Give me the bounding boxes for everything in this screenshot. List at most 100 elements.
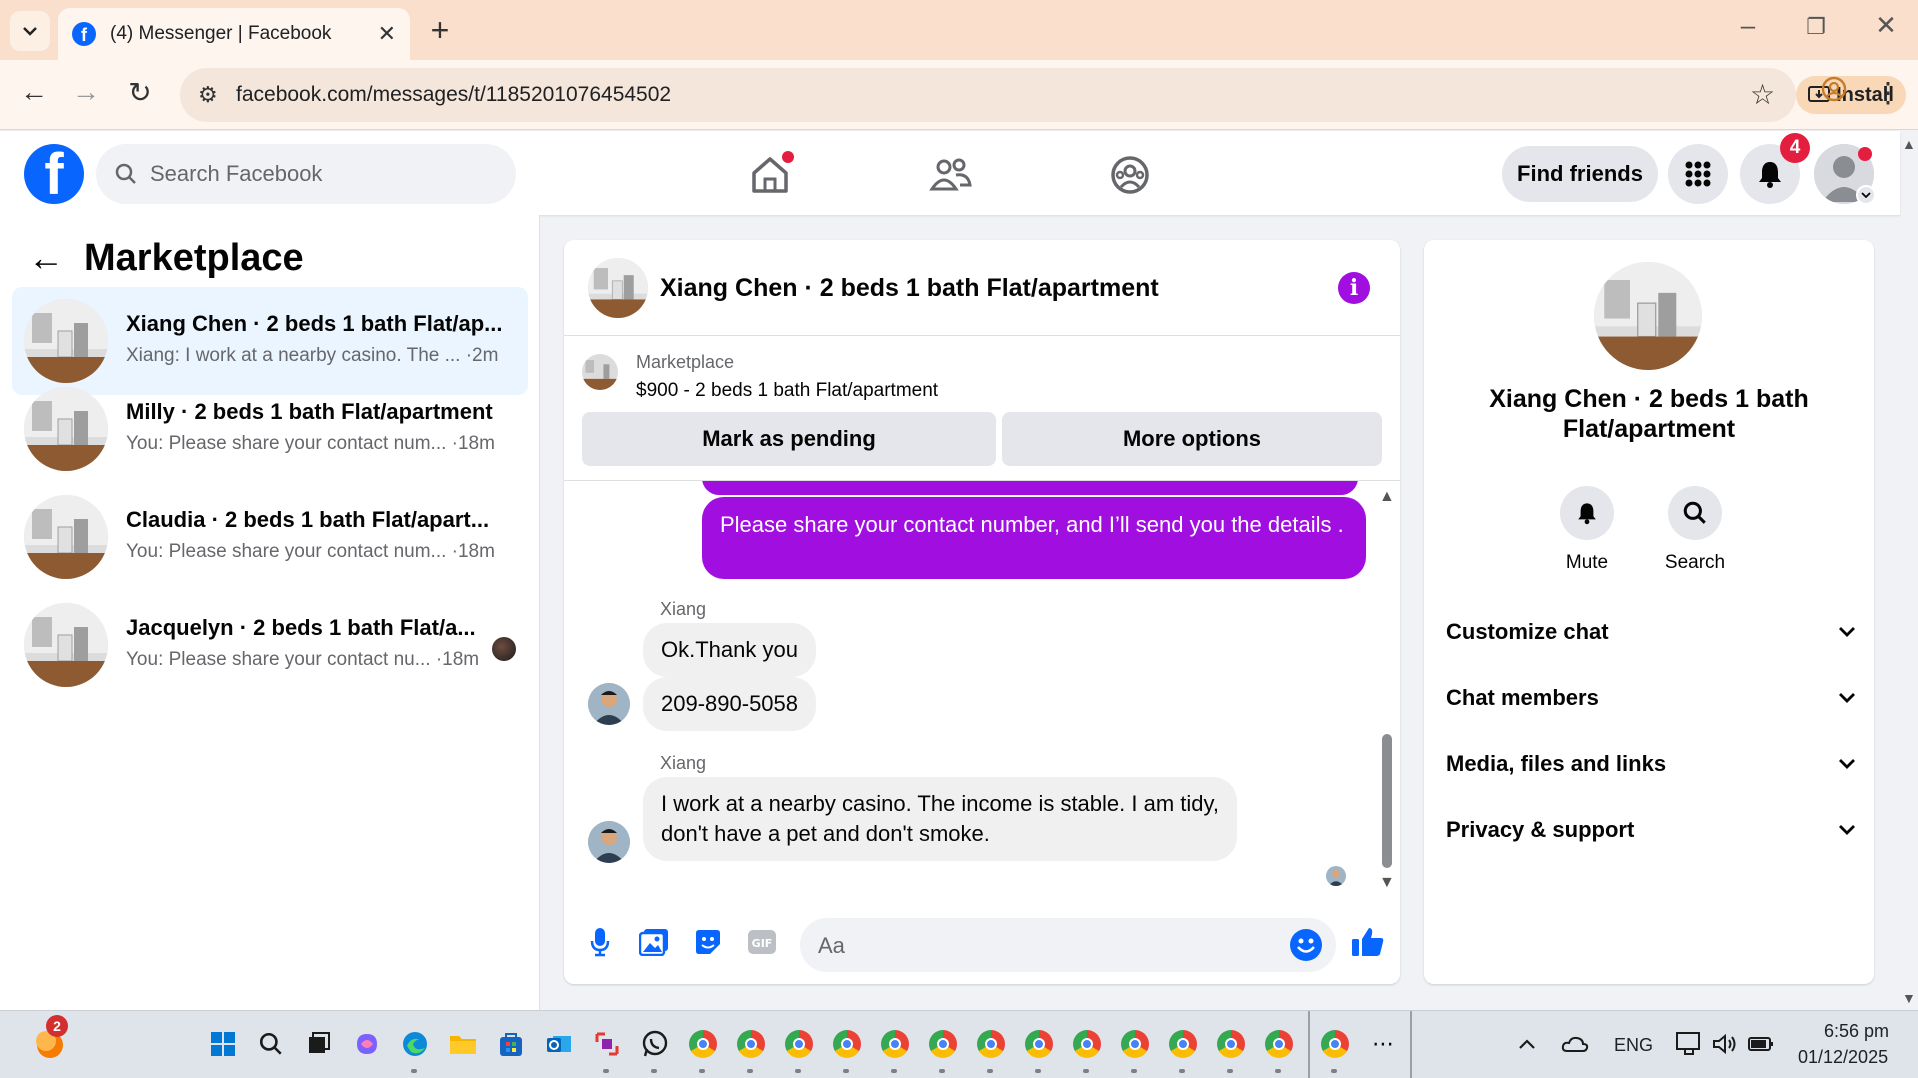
info-icon[interactable]: i: [1338, 272, 1370, 304]
task-view-icon[interactable]: [304, 1029, 334, 1059]
window-close-icon[interactable]: ✕: [1866, 10, 1906, 41]
running-indicator: [843, 1069, 849, 1073]
message-list[interactable]: Please share your contact number, and I’…: [564, 480, 1400, 890]
gif-icon[interactable]: GIF: [744, 924, 780, 960]
clock-date[interactable]: 01/12/2025: [1798, 1047, 1888, 1068]
outlook-icon[interactable]: [544, 1029, 574, 1059]
conversation-item[interactable]: Claudia · 2 beds 1 bath Flat/apart... Yo…: [12, 483, 528, 591]
back-icon[interactable]: ←: [14, 76, 54, 108]
copilot-icon[interactable]: [352, 1029, 382, 1059]
chrome-icon[interactable]: [928, 1029, 958, 1059]
tab-close-icon[interactable]: ✕: [378, 21, 396, 47]
microphone-icon[interactable]: [582, 924, 618, 960]
browser-menu-icon[interactable]: ⋮: [1868, 76, 1908, 109]
scroll-down-arrow[interactable]: ▼: [1379, 874, 1395, 892]
message-bubble-incoming[interactable]: I work at a nearby casino. The income is…: [643, 777, 1237, 861]
chrome-icon-active[interactable]: [1320, 1029, 1350, 1059]
file-explorer-icon[interactable]: [448, 1029, 478, 1059]
conversation-item[interactable]: Milly · 2 beds 1 bath Flat/apartment You…: [12, 375, 528, 483]
restore-icon[interactable]: ❐: [1796, 14, 1836, 40]
message-bubble-incoming[interactable]: Ok.Thank you: [643, 623, 816, 677]
privacy-support-section[interactable]: Privacy & support: [1446, 810, 1856, 850]
chat-title[interactable]: Xiang Chen · 2 beds 1 bath Flat/apartmen…: [660, 274, 1159, 303]
chrome-icon[interactable]: [688, 1029, 718, 1059]
facebook-logo[interactable]: f: [24, 144, 84, 204]
store-icon[interactable]: [496, 1029, 526, 1059]
edge-browser-icon[interactable]: [400, 1029, 430, 1059]
scroll-up-arrow[interactable]: ▲: [1379, 488, 1395, 506]
customize-chat-section[interactable]: Customize chat: [1446, 612, 1856, 652]
message-bubble-incoming[interactable]: 209-890-5058: [643, 677, 817, 731]
chrome-icon[interactable]: [1264, 1029, 1294, 1059]
clock-time[interactable]: 6:56 pm: [1824, 1021, 1889, 1042]
minimize-icon[interactable]: –: [1728, 10, 1768, 41]
chat-profile-avatar[interactable]: [1594, 262, 1702, 370]
battery-icon[interactable]: [1746, 1029, 1776, 1059]
friends-nav-button[interactable]: [926, 151, 974, 199]
message-bubble-outgoing[interactable]: Please share your contact number, and I’…: [702, 497, 1366, 579]
sender-avatar[interactable]: [588, 683, 630, 725]
back-arrow-icon[interactable]: ←: [28, 237, 64, 279]
emoji-icon[interactable]: [1290, 929, 1322, 961]
photo-attach-icon[interactable]: [636, 924, 672, 960]
network-icon[interactable]: [1674, 1029, 1704, 1059]
url-text: facebook.com/messages/t/1185201076454502: [236, 83, 672, 106]
conversation-name: Claudia · 2 beds 1 bath Flat/apart...: [126, 507, 490, 532]
sticker-icon[interactable]: [690, 924, 726, 960]
search-in-conversation-button[interactable]: Search: [1650, 486, 1740, 574]
bookmark-star-icon[interactable]: ☆: [1750, 78, 1775, 111]
site-settings-icon[interactable]: ⚙: [198, 82, 218, 108]
volume-icon[interactable]: [1710, 1029, 1740, 1059]
browser-tab-messenger[interactable]: f (4) Messenger | Facebook ✕: [58, 8, 410, 60]
address-bar[interactable]: ⚙ facebook.com/messages/t/11852010764545…: [180, 68, 1906, 122]
chat-avatar[interactable]: [588, 258, 648, 318]
more-options-button[interactable]: More options: [1002, 412, 1382, 466]
find-friends-button[interactable]: Find friends: [1502, 146, 1658, 202]
sender-avatar[interactable]: [588, 821, 630, 863]
forward-icon[interactable]: →: [66, 76, 106, 108]
message-scrollbar[interactable]: [1382, 734, 1392, 868]
mute-button[interactable]: Mute: [1542, 486, 1632, 574]
chrome-icon[interactable]: [832, 1029, 862, 1059]
menu-grid-button[interactable]: [1668, 144, 1728, 204]
onedrive-cloud-icon[interactable]: [1560, 1029, 1590, 1059]
snipping-tool-icon[interactable]: [592, 1029, 622, 1059]
chrome-icon[interactable]: [1072, 1029, 1102, 1059]
chrome-icon[interactable]: [736, 1029, 766, 1059]
chrome-icon[interactable]: [1168, 1029, 1198, 1059]
media-files-links-section[interactable]: Media, files and links: [1446, 744, 1856, 784]
profile-icon[interactable]: [1814, 76, 1854, 109]
show-hidden-icons-chevron-icon[interactable]: [1512, 1029, 1542, 1059]
more-apps-icon[interactable]: ⋯: [1368, 1029, 1398, 1059]
chrome-icon[interactable]: [880, 1029, 910, 1059]
chrome-icon[interactable]: [976, 1029, 1006, 1059]
language-indicator[interactable]: ENG: [1614, 1035, 1653, 1056]
listing-photo-avatar: [24, 387, 108, 471]
mark-as-pending-button[interactable]: Mark as pending: [582, 412, 996, 466]
like-thumbs-up-icon[interactable]: [1350, 924, 1386, 960]
reload-icon[interactable]: ↻: [120, 76, 160, 109]
chat-members-section[interactable]: Chat members: [1446, 678, 1856, 718]
listing-price-title[interactable]: $900 - 2 beds 1 bath Flat/apartment: [636, 380, 938, 402]
page-scroll-down-arrow[interactable]: ▼: [1902, 990, 1916, 1006]
conversation-item[interactable]: Jacquelyn · 2 beds 1 bath Flat/a... You:…: [12, 591, 528, 699]
chrome-icon[interactable]: [1120, 1029, 1150, 1059]
facebook-search-input[interactable]: Search Facebook: [96, 144, 516, 204]
whatsapp-icon[interactable]: [640, 1029, 670, 1059]
windows-start-icon[interactable]: [208, 1029, 238, 1059]
message-input-placeholder: Aa: [818, 933, 845, 958]
groups-nav-button[interactable]: [1106, 151, 1154, 199]
home-nav-button[interactable]: [746, 151, 794, 199]
search-icon: [1668, 486, 1722, 540]
page-title: Marketplace: [84, 237, 304, 279]
page-scroll-up-arrow[interactable]: ▲: [1902, 136, 1916, 152]
conversation-name: Jacquelyn · 2 beds 1 bath Flat/a...: [126, 615, 476, 640]
taskbar-search-icon[interactable]: [256, 1029, 286, 1059]
tab-list-button[interactable]: [10, 11, 50, 51]
chrome-icon[interactable]: [1024, 1029, 1054, 1059]
chrome-icon[interactable]: [784, 1029, 814, 1059]
message-input[interactable]: Aa: [800, 918, 1336, 972]
account-chevron-icon[interactable]: [1856, 185, 1876, 205]
new-tab-button[interactable]: +: [422, 12, 458, 49]
chrome-icon[interactable]: [1216, 1029, 1246, 1059]
